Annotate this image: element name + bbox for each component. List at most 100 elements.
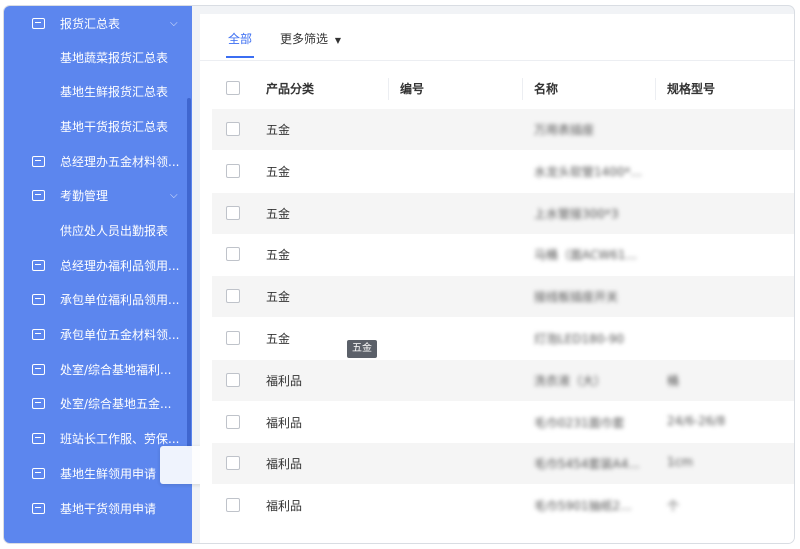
header-category[interactable]: 产品分类 — [266, 80, 314, 97]
more-filters-button[interactable]: 更多筛选 ▼ — [280, 30, 341, 47]
sidebar-item-vegetable-summary[interactable]: 基地蔬菜报货汇总表 — [4, 40, 192, 74]
cell-spec: 24/6-26/8 — [667, 414, 726, 428]
sidebar-item-label: 供应处人员出勤报表 — [60, 223, 169, 238]
cell-name: 灯泡LED180-90 — [534, 332, 625, 346]
sidebar-item-gm-welfare[interactable]: 总经理办福利品领用... — [4, 248, 192, 282]
row-checkbox[interactable] — [226, 373, 240, 387]
folder-icon — [32, 397, 45, 409]
folder-icon — [32, 467, 45, 479]
cell-category: 五金 — [266, 290, 291, 304]
row-checkbox[interactable] — [226, 498, 240, 512]
header-spec[interactable]: 规格型号 — [667, 80, 715, 97]
folder-icon — [32, 189, 45, 201]
sidebar-item-report-summary[interactable]: 报货汇总表 ⌵ — [4, 6, 192, 40]
row-checkbox[interactable] — [226, 247, 240, 261]
table-row[interactable]: 五金 灯泡LED180-90 — [212, 318, 794, 359]
cell-name: 接线板插座开关 — [534, 290, 619, 304]
sidebar-item-dry-summary[interactable]: 基地干货报货汇总表 — [4, 109, 192, 143]
sidebar-item-label: 基地生鲜领用申请 — [60, 466, 157, 481]
active-tab-underline — [226, 56, 254, 58]
sidebar-item-dry-request[interactable]: 基地干货领用申请 — [4, 491, 192, 525]
column-divider — [655, 78, 656, 100]
sidebar-scrollbar[interactable] — [187, 98, 191, 448]
more-filters-label: 更多筛选 — [280, 32, 329, 46]
row-checkbox[interactable] — [226, 206, 240, 220]
cell-name: 万用表插座 — [534, 123, 595, 137]
folder-icon — [32, 17, 45, 29]
folder-icon — [32, 293, 45, 305]
tab-all[interactable]: 全部 — [228, 30, 252, 47]
folder-icon — [32, 363, 45, 375]
row-checkbox[interactable] — [226, 289, 240, 303]
folder-icon — [32, 502, 45, 514]
table-row[interactable]: 福利品 毛巾5901抽纸2... 个 — [212, 485, 794, 526]
sidebar-item-label: 报货汇总表 — [60, 16, 121, 31]
sidebar-item-label: 考勤管理 — [60, 188, 109, 203]
cell-spec: 桶 — [667, 374, 680, 388]
filter-tabs: 全部 更多筛选 ▼ — [200, 14, 794, 61]
row-checkbox[interactable] — [226, 415, 240, 429]
caret-down-icon: ▼ — [334, 36, 341, 45]
folder-icon — [32, 432, 45, 444]
row-checkbox[interactable] — [226, 122, 240, 136]
cell-category: 五金 — [266, 248, 291, 262]
sidebar-item-label: 总经理办福利品领用... — [60, 258, 180, 273]
column-divider — [388, 78, 389, 100]
table-row[interactable]: 五金 万用表插座 — [212, 109, 794, 150]
header-name[interactable]: 名称 — [534, 80, 558, 97]
cell-category: 福利品 — [266, 374, 303, 388]
row-checkbox[interactable] — [226, 164, 240, 178]
app-window: 报货汇总表 ⌵ 基地蔬菜报货汇总表 基地生鲜报货汇总表 基地干货报货汇总表 总经… — [4, 6, 794, 543]
sidebar-item-label: 处室/综合基地五金... — [60, 396, 172, 411]
table-row[interactable]: 五金 接线板插座开关 — [212, 276, 794, 317]
row-checkbox[interactable] — [226, 456, 240, 470]
table-row[interactable]: 福利品 毛巾5454套装A4... 1cm — [212, 443, 794, 484]
header-code[interactable]: 编号 — [400, 80, 424, 97]
select-all-checkbox[interactable] — [226, 81, 240, 95]
cell-name: 水龙头软管1400*... — [534, 165, 642, 179]
table-row[interactable]: 福利品 洗衣液（大） 桶 — [212, 360, 794, 401]
sidebar-item-dept-welfare[interactable]: 处室/综合基地福利... — [4, 352, 192, 386]
sidebar-item-fresh-summary[interactable]: 基地生鲜报货汇总表 — [4, 74, 192, 108]
cell-spec: 1cm — [667, 455, 693, 469]
sidebar-item-dept-hardware[interactable]: 处室/综合基地五金... — [4, 386, 192, 420]
cell-name: 毛巾0231面巾套 — [534, 416, 625, 430]
cell-name: 毛巾5901抽纸2... — [534, 499, 632, 513]
sidebar-item-gm-hardware[interactable]: 总经理办五金材料领... — [4, 144, 192, 178]
sidebar-item-label: 承包单位福利品领用... — [60, 292, 180, 307]
cell-name: 马桶（面ACW61... — [534, 248, 637, 262]
cell-name: 毛巾5454套装A4... — [534, 457, 640, 471]
chevron-down-icon: ⌵ — [170, 189, 178, 201]
cell-category: 福利品 — [266, 416, 303, 430]
table-row[interactable]: 五金 马桶（面ACW61... — [212, 234, 794, 275]
table-row[interactable]: 五金 水龙头软管1400*... — [212, 151, 794, 192]
table-header: 产品分类 编号 名称 规格型号 — [212, 68, 794, 109]
sidebar-item-label: 处室/综合基地福利... — [60, 362, 172, 377]
table-row[interactable]: 五金 上水管接300*3 — [212, 193, 794, 234]
cell-tooltip: 五金 — [347, 340, 377, 358]
row-checkbox[interactable] — [226, 331, 240, 345]
sidebar-item-attendance[interactable]: 考勤管理 ⌵ — [4, 178, 192, 212]
cell-category: 福利品 — [266, 457, 303, 471]
cell-category: 五金 — [266, 123, 291, 137]
sidebar-item-label: 承包单位五金材料领... — [60, 327, 180, 342]
sidebar-item-label: 班站长工作服、劳保... — [60, 431, 180, 446]
cell-category: 五金 — [266, 332, 291, 346]
table-row[interactable]: 福利品 毛巾0231面巾套 24/6-26/8 — [212, 402, 794, 443]
folder-icon — [32, 155, 45, 167]
sidebar-item-label: 基地干货领用申请 — [60, 501, 157, 516]
chevron-down-icon: ⌵ — [170, 17, 178, 29]
main-panel: 全部 更多筛选 ▼ 产品分类 编号 名称 规格型号 五金 万用表插座 五金 水龙… — [200, 14, 794, 543]
cell-name: 洗衣液（大） — [534, 374, 607, 388]
column-divider — [522, 78, 523, 100]
sidebar-item-attendance-report[interactable]: 供应处人员出勤报表 — [4, 213, 192, 247]
sidebar-item-label: 基地干货报货汇总表 — [60, 119, 169, 134]
sidebar-item-label: 基地蔬菜报货汇总表 — [60, 50, 169, 65]
sidebar-item-contractor-hardware[interactable]: 承包单位五金材料领... — [4, 317, 192, 351]
cell-category: 福利品 — [266, 499, 303, 513]
cell-category: 五金 — [266, 165, 291, 179]
folder-icon — [32, 259, 45, 271]
sidebar-item-contractor-welfare[interactable]: 承包单位福利品领用... — [4, 282, 192, 316]
cell-name: 上水管接300*3 — [534, 207, 619, 221]
folder-icon — [32, 328, 45, 340]
